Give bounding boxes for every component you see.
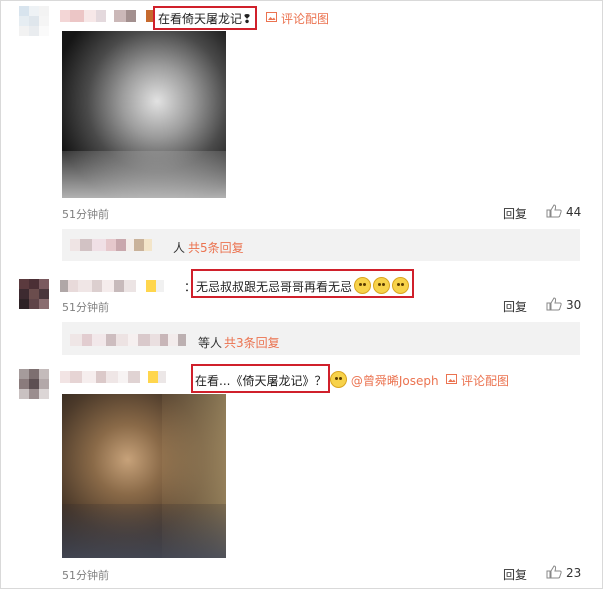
timestamp: 51分钟前 <box>62 569 109 582</box>
emoji-icon <box>354 277 372 294</box>
emoji-icon <box>373 277 391 294</box>
thumbs-up-icon[interactable] <box>546 204 562 218</box>
picture-icon <box>266 12 277 22</box>
sub-replies-link[interactable]: 共5条回复 <box>188 239 244 256</box>
like-count: 30 <box>566 298 582 312</box>
mention-link[interactable]: @曾舜晞Joseph <box>351 374 439 388</box>
sub-replies-link[interactable]: 共3条回复 <box>224 334 280 351</box>
comment-text: ：无忌叔叔跟无忌哥哥再看无忌 <box>184 277 410 295</box>
emoji-icon <box>330 371 347 388</box>
comment-text: 在看倚天屠龙记❢ <box>158 12 253 26</box>
username[interactable] <box>60 10 156 22</box>
reply-button[interactable]: 回复 <box>503 566 527 583</box>
thumbs-up-icon[interactable] <box>546 565 562 579</box>
reply-button[interactable]: 回复 <box>503 298 527 315</box>
thumbs-up-icon[interactable] <box>546 297 562 311</box>
username[interactable] <box>60 371 166 383</box>
emoji-icon <box>392 277 410 294</box>
sub-reply-usernames[interactable] <box>70 239 152 251</box>
view-picture-label[interactable]: 评论配图 <box>281 10 329 27</box>
sub-replies-bar: 等人 共3条回复 <box>62 322 580 355</box>
sub-reply-usernames[interactable] <box>70 334 186 346</box>
timestamp: 51分钟前 <box>62 301 109 314</box>
mention[interactable]: @曾舜晞Joseph <box>330 371 439 389</box>
comment-text-body: ：无忌叔叔跟无忌哥哥再看无忌 <box>184 280 353 294</box>
picture-icon <box>446 374 457 384</box>
username[interactable] <box>60 280 164 292</box>
comment-picture[interactable] <box>62 394 226 558</box>
sub-replies-bar: 人 共5条回复 <box>62 229 580 261</box>
reply-button[interactable]: 回复 <box>503 205 527 222</box>
timestamp: 51分钟前 <box>62 208 109 221</box>
comment-text: 在看...《倚天屠龙记》？ <box>195 374 327 388</box>
comment-picture[interactable] <box>62 31 226 198</box>
avatar[interactable] <box>19 279 50 310</box>
sub-replies-suffix: 等人 <box>198 336 223 350</box>
avatar[interactable] <box>19 6 50 37</box>
like-count: 44 <box>566 205 582 219</box>
sub-replies-suffix: 人 <box>173 241 186 255</box>
avatar[interactable] <box>19 369 50 400</box>
like-count: 23 <box>566 566 582 580</box>
view-picture-label[interactable]: 评论配图 <box>461 372 509 389</box>
